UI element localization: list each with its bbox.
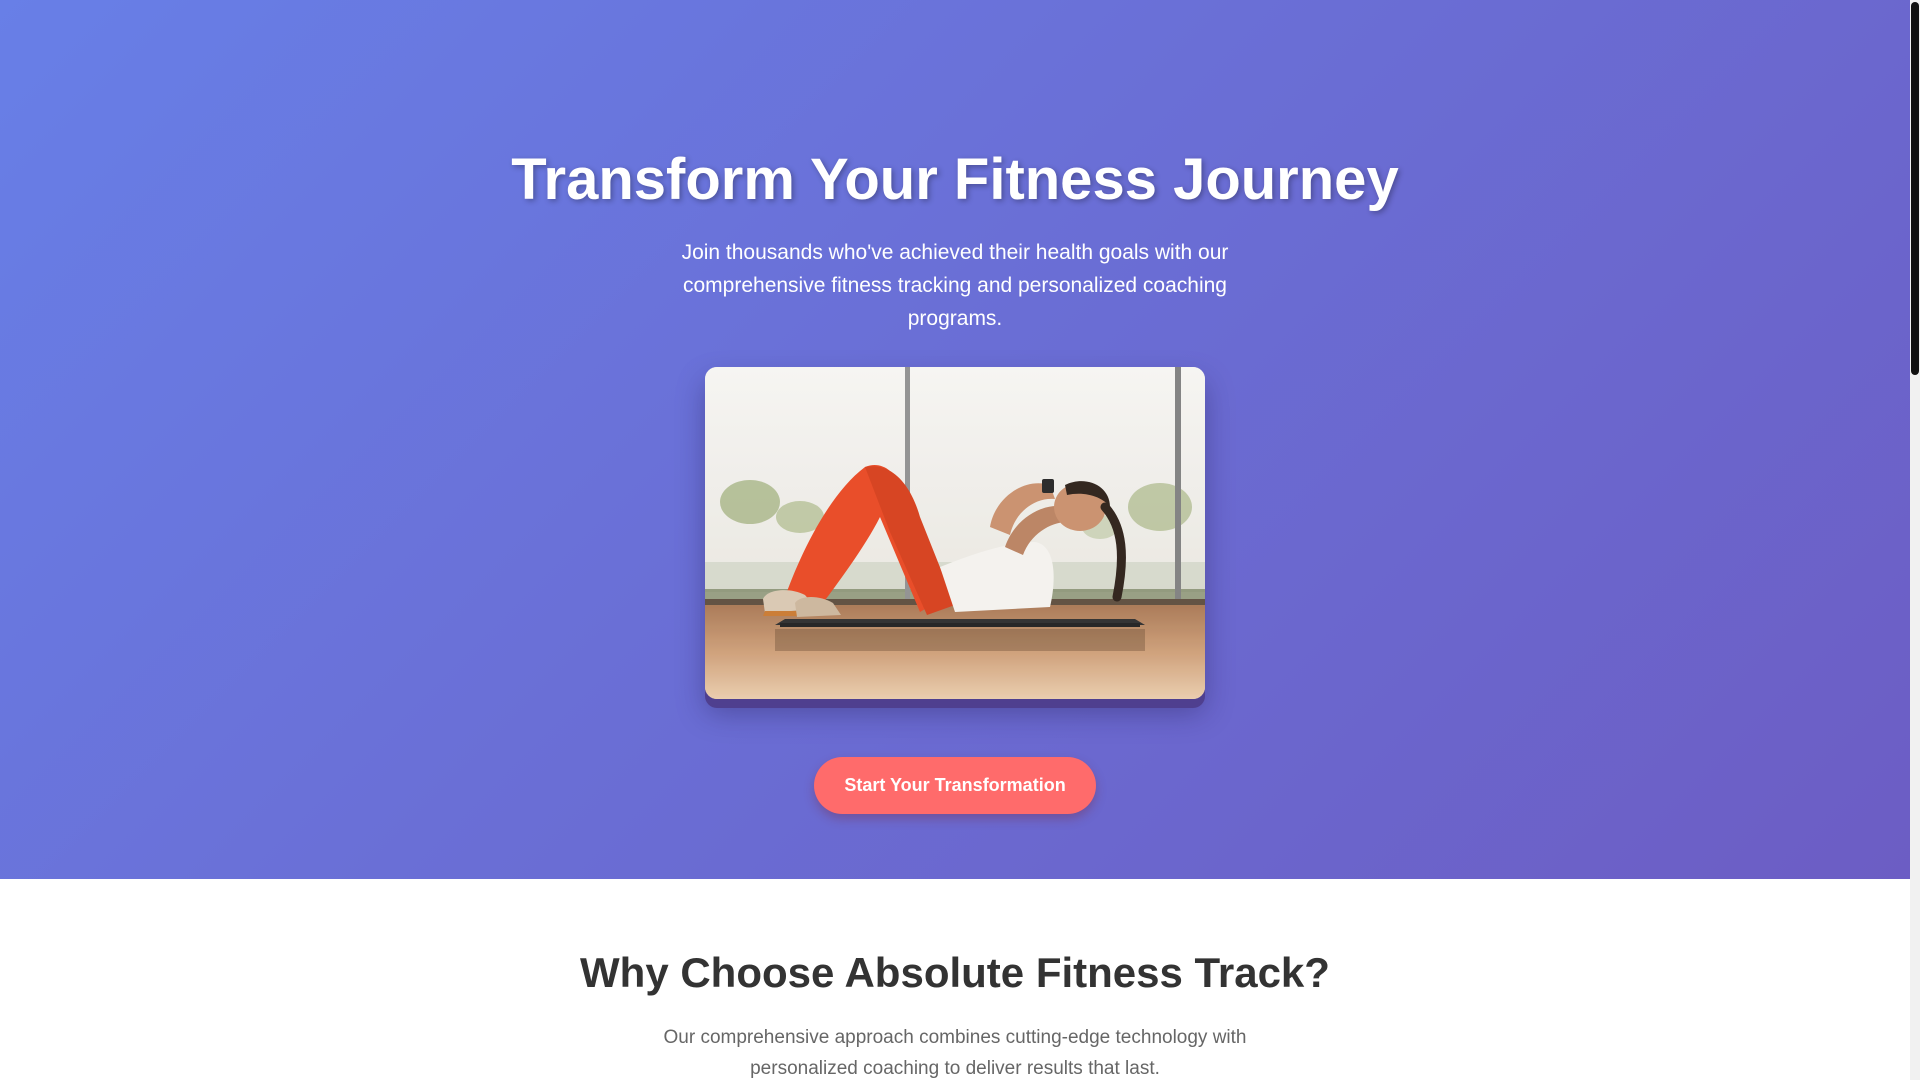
- hero-image: [705, 367, 1205, 699]
- start-transformation-button[interactable]: Start Your Transformation: [814, 757, 1096, 814]
- features-subtitle: Our comprehensive approach combines cutt…: [663, 1027, 1247, 1079]
- hero-title: Transform Your Fitness Journey: [511, 147, 1399, 212]
- scrollbar-thumb[interactable]: [1911, 2, 1919, 375]
- hero-section: Transform Your Fitness Journey Join thou…: [0, 0, 1910, 879]
- landing-page: Transform Your Fitness Journey Join thou…: [0, 0, 1920, 1080]
- hero-subtitle: Join thousands who've achieved their hea…: [681, 241, 1229, 330]
- features-title: Why Choose Absolute Fitness Track?: [580, 949, 1330, 996]
- fitness-photo: [705, 367, 1205, 699]
- vertical-scrollbar[interactable]: [1910, 0, 1920, 1080]
